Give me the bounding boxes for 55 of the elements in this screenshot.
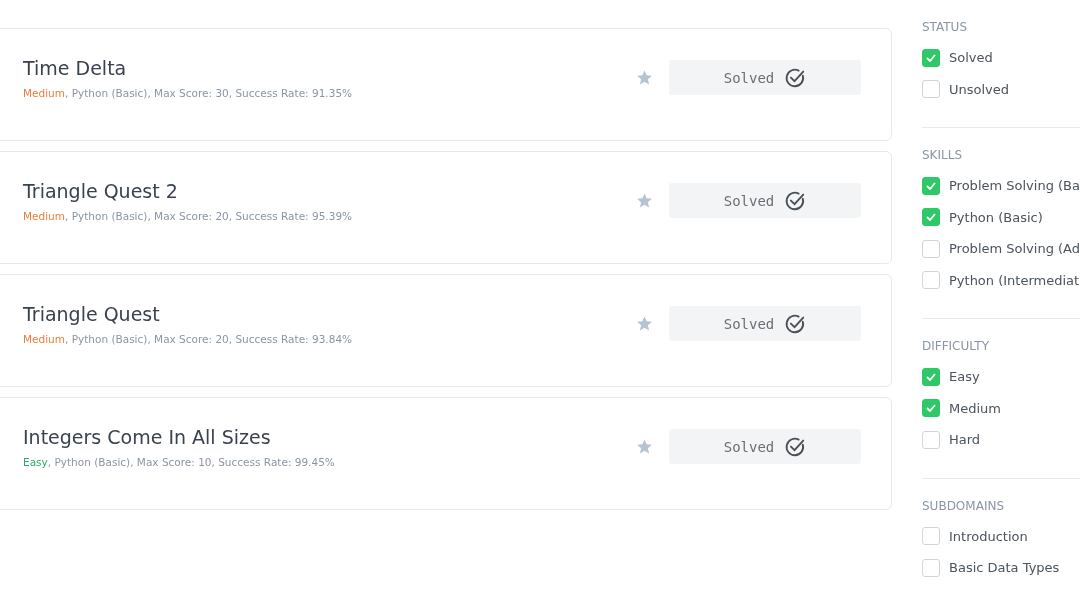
filter-heading: SKILLS	[922, 148, 963, 162]
check-icon	[926, 372, 936, 381]
check-icon	[926, 213, 936, 222]
challenge-title[interactable]: Integers Come In All Sizes	[23, 425, 636, 448]
filter-label: Basic Data Types	[949, 560, 1060, 576]
challenge-details: , Python (Basic), Max Score: 20, Success Rate: 93.84%	[65, 332, 353, 345]
solved-button[interactable]: Solved	[669, 429, 861, 464]
check-circle-icon	[784, 189, 807, 212]
filter-label: Easy	[949, 369, 980, 385]
filter-heading: SUBDOMAINS	[922, 498, 1005, 513]
checkbox[interactable]	[922, 558, 940, 577]
checkbox[interactable]	[922, 48, 940, 67]
challenge-details: , Python (Basic), Max Score: 10, Success Rate: 99.45%	[47, 455, 335, 468]
difficulty-label: Medium	[23, 332, 65, 345]
checkbox[interactable]	[922, 176, 940, 195]
filter-label: Problem Solving (Ad	[949, 241, 1080, 257]
filter-label: Unsolved	[949, 81, 1010, 97]
checkbox[interactable]	[922, 367, 940, 386]
solved-button[interactable]: Solved	[669, 306, 861, 341]
filter-label: Solved	[949, 50, 993, 66]
challenge-title[interactable]: Triangle Quest 2	[23, 179, 636, 202]
check-icon	[926, 181, 936, 190]
filter-heading: STATUS	[922, 20, 969, 34]
check-icon	[926, 404, 936, 413]
difficulty-label: Medium	[23, 209, 65, 222]
checkbox[interactable]	[922, 399, 940, 418]
challenge-details: , Python (Basic), Max Score: 30, Success Rate: 91.35%	[65, 86, 353, 99]
check-circle-icon	[784, 435, 807, 458]
star-icon[interactable]	[636, 438, 653, 455]
checkbox[interactable]	[922, 208, 940, 227]
difficulty-label: Medium	[23, 86, 65, 99]
star-icon[interactable]	[636, 69, 653, 86]
filter-heading: DIFFICULTY	[922, 339, 990, 353]
filter-label: Hard	[949, 432, 981, 448]
solved-button[interactable]: Solved	[669, 60, 861, 95]
solved-button[interactable]: Solved	[669, 183, 861, 218]
difficulty-label: Easy	[23, 455, 48, 468]
filter-label: Python (Basic)	[949, 209, 1043, 225]
check-circle-icon	[784, 312, 807, 335]
star-icon[interactable]	[636, 192, 653, 209]
filter-label: Medium	[949, 400, 1001, 416]
star-icon[interactable]	[636, 315, 653, 332]
check-circle-icon	[784, 66, 807, 89]
check-icon	[926, 53, 936, 62]
checkbox[interactable]	[922, 80, 940, 99]
checkbox[interactable]	[922, 430, 940, 449]
filter-label: Python (Intermediat	[949, 272, 1080, 288]
filter-label: Problem Solving (Ba	[949, 178, 1080, 194]
checkbox[interactable]	[922, 271, 940, 290]
challenge-details: , Python (Basic), Max Score: 20, Success Rate: 95.39%	[65, 209, 353, 222]
challenge-title[interactable]: Time Delta	[23, 56, 636, 79]
filter-label: Introduction	[949, 528, 1028, 544]
challenge-title[interactable]: Triangle Quest	[23, 302, 636, 325]
checkbox[interactable]	[922, 527, 940, 546]
checkbox[interactable]	[922, 239, 940, 258]
